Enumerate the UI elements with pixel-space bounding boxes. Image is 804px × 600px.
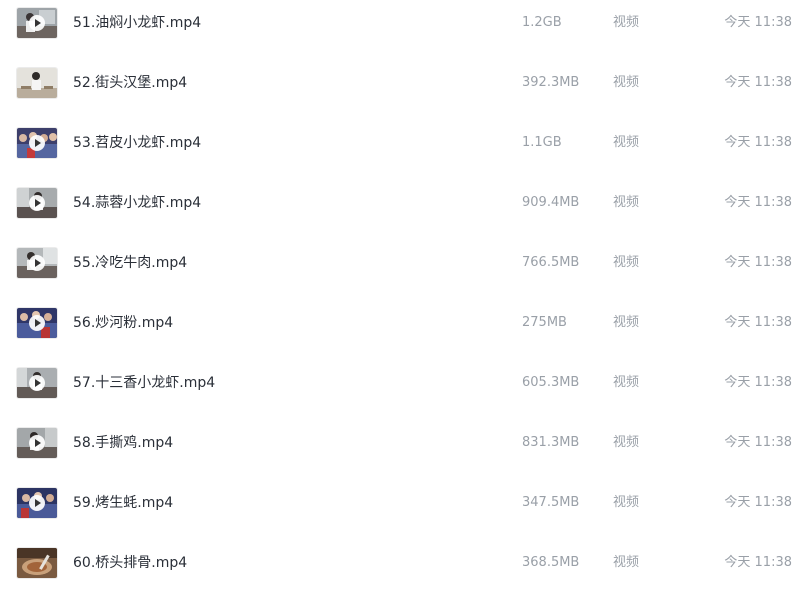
- file-row[interactable]: 58.手撕鸡.mp4 831.3MB 视频 今天 11:38: [0, 420, 804, 480]
- video-thumbnail[interactable]: [17, 68, 57, 98]
- video-thumbnail[interactable]: [17, 128, 57, 158]
- file-type: 视频: [613, 435, 640, 450]
- video-thumbnail[interactable]: [17, 8, 57, 38]
- file-modified-time: 今天 11:38: [724, 375, 792, 390]
- file-row[interactable]: 51.油焖小龙虾.mp4 1.2GB 视频 今天 11:38: [0, 0, 804, 60]
- file-name[interactable]: 56.炒河粉.mp4: [73, 313, 173, 333]
- file-modified-time: 今天 11:38: [724, 75, 792, 90]
- play-icon: [29, 195, 45, 211]
- file-type: 视频: [613, 315, 640, 330]
- file-row[interactable]: 52.街头汉堡.mp4 392.3MB 视频 今天 11:38: [0, 60, 804, 120]
- file-modified-time: 今天 11:38: [724, 315, 792, 330]
- file-type: 视频: [613, 555, 640, 570]
- file-size: 347.5MB: [522, 495, 580, 510]
- file-size: 605.3MB: [522, 375, 580, 390]
- file-row[interactable]: 56.炒河粉.mp4 275MB 视频 今天 11:38: [0, 300, 804, 360]
- video-thumbnail[interactable]: [17, 308, 57, 338]
- file-modified-time: 今天 11:38: [724, 435, 792, 450]
- file-type: 视频: [613, 135, 640, 150]
- file-row[interactable]: 60.桥头排骨.mp4 368.5MB 视频 今天 11:38: [0, 540, 804, 600]
- file-modified-time: 今天 11:38: [724, 255, 792, 270]
- file-type: 视频: [613, 255, 640, 270]
- play-icon: [29, 495, 45, 511]
- play-icon: [29, 15, 45, 31]
- file-name[interactable]: 60.桥头排骨.mp4: [73, 553, 187, 573]
- file-type: 视频: [613, 75, 640, 90]
- file-size: 831.3MB: [522, 435, 580, 450]
- video-thumbnail[interactable]: [17, 488, 57, 518]
- file-type: 视频: [613, 195, 640, 210]
- video-thumbnail[interactable]: [17, 188, 57, 218]
- play-icon: [29, 135, 45, 151]
- video-thumbnail[interactable]: [17, 248, 57, 278]
- file-size: 1.2GB: [522, 15, 562, 30]
- file-name[interactable]: 54.蒜蓉小龙虾.mp4: [73, 193, 201, 213]
- file-modified-time: 今天 11:38: [724, 555, 792, 570]
- file-row[interactable]: 55.冷吃牛肉.mp4 766.5MB 视频 今天 11:38: [0, 240, 804, 300]
- file-modified-time: 今天 11:38: [724, 15, 792, 30]
- file-modified-time: 今天 11:38: [724, 135, 792, 150]
- play-icon: [29, 435, 45, 451]
- file-type: 视频: [613, 495, 640, 510]
- file-name[interactable]: 57.十三香小龙虾.mp4: [73, 373, 215, 393]
- file-name[interactable]: 53.苕皮小龙虾.mp4: [73, 133, 201, 153]
- file-row[interactable]: 53.苕皮小龙虾.mp4 1.1GB 视频 今天 11:38: [0, 120, 804, 180]
- file-name[interactable]: 58.手撕鸡.mp4: [73, 433, 173, 453]
- file-modified-time: 今天 11:38: [724, 495, 792, 510]
- file-row[interactable]: 54.蒜蓉小龙虾.mp4 909.4MB 视频 今天 11:38: [0, 180, 804, 240]
- file-modified-time: 今天 11:38: [724, 195, 792, 210]
- video-thumbnail[interactable]: [17, 368, 57, 398]
- video-thumbnail[interactable]: [17, 548, 57, 578]
- file-size: 909.4MB: [522, 195, 580, 210]
- file-row[interactable]: 57.十三香小龙虾.mp4 605.3MB 视频 今天 11:38: [0, 360, 804, 420]
- file-size: 368.5MB: [522, 555, 580, 570]
- file-size: 392.3MB: [522, 75, 580, 90]
- file-name[interactable]: 51.油焖小龙虾.mp4: [73, 13, 201, 33]
- file-type: 视频: [613, 15, 640, 30]
- file-row[interactable]: 59.烤生蚝.mp4 347.5MB 视频 今天 11:38: [0, 480, 804, 540]
- play-icon: [29, 255, 45, 271]
- file-list: 51.油焖小龙虾.mp4 1.2GB 视频 今天 11:38 52.街头汉堡.m…: [0, 0, 804, 589]
- file-size: 275MB: [522, 315, 567, 330]
- file-name[interactable]: 59.烤生蚝.mp4: [73, 493, 173, 513]
- file-size: 766.5MB: [522, 255, 580, 270]
- video-thumbnail[interactable]: [17, 428, 57, 458]
- file-name[interactable]: 52.街头汉堡.mp4: [73, 73, 187, 93]
- play-icon: [29, 315, 45, 331]
- play-icon: [29, 375, 45, 391]
- file-name[interactable]: 55.冷吃牛肉.mp4: [73, 253, 187, 273]
- file-type: 视频: [613, 375, 640, 390]
- file-size: 1.1GB: [522, 135, 562, 150]
